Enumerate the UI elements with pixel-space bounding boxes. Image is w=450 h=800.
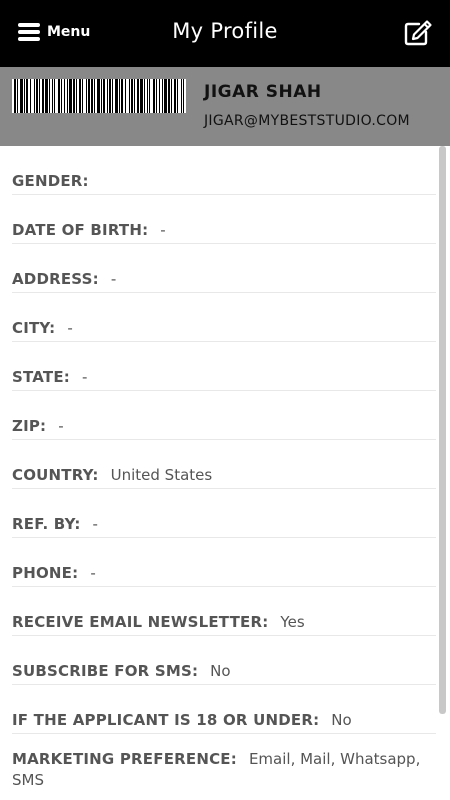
detail-value: - (90, 564, 96, 582)
detail-row-applicant-age: IF THE APPLICANT IS 18 OR UNDER: No (12, 685, 436, 734)
detail-row-sms: SUBSCRIBE FOR SMS: No (12, 636, 436, 685)
detail-label: MARKETING PREFERENCE: (12, 750, 237, 768)
detail-value: - (67, 319, 73, 337)
detail-row-phone: PHONE: - (12, 538, 436, 587)
detail-row-city: CITY: - (12, 293, 436, 342)
profile-screen: Menu My Profile JIGAR SHAH JIGAR@MYBESTS… (0, 0, 450, 800)
detail-value: - (92, 515, 98, 533)
detail-label: RECEIVE EMAIL NEWSLETTER: (12, 613, 269, 631)
detail-label: CITY: (12, 319, 56, 337)
page-title: My Profile (172, 19, 278, 43)
detail-label: COUNTRY: (12, 466, 99, 484)
detail-label: REF. BY: (12, 515, 81, 533)
detail-label: GENDER: (12, 172, 89, 190)
detail-row-country: COUNTRY: United States (12, 440, 436, 489)
detail-row-marketing-preference: MARKETING PREFERENCE: Email, Mail, Whatsa… (12, 734, 436, 800)
detail-row-ref-by: REF. BY: - (12, 489, 436, 538)
detail-label: STATE: (12, 368, 70, 386)
barcode-image (12, 79, 186, 113)
detail-value: United States (110, 466, 213, 484)
detail-row-email-newsletter: RECEIVE EMAIL NEWSLETTER: Yes (12, 587, 436, 636)
detail-value: Yes (280, 613, 305, 631)
detail-value: No (210, 662, 231, 680)
profile-summary (0, 67, 450, 146)
detail-value: - (82, 368, 88, 386)
edit-icon (404, 20, 432, 46)
detail-label: IF THE APPLICANT IS 18 OR UNDER: (12, 711, 320, 729)
detail-row-zip: ZIP: - (12, 391, 436, 440)
profile-email: JIGAR@MYBESTSTUDIO.COM (204, 113, 410, 129)
detail-value: No (331, 711, 352, 729)
detail-label: ZIP: (12, 417, 47, 435)
detail-label: SUBSCRIBE FOR SMS: (12, 662, 199, 680)
scrollbar[interactable] (439, 146, 446, 714)
detail-label: ADDRESS: (12, 270, 99, 288)
detail-value: - (110, 270, 117, 288)
profile-name: JIGAR SHAH (204, 82, 322, 102)
top-bar: Menu My Profile (0, 0, 450, 67)
profile-details-list: GENDER: DATE OF BIRTH: - ADDRESS: - CITY: -… (0, 146, 450, 800)
detail-label: PHONE: (12, 564, 79, 582)
detail-value: - (160, 221, 166, 239)
edit-profile-button[interactable] (403, 19, 433, 47)
detail-row-state: STATE: - (12, 342, 436, 391)
detail-row-address: ADDRESS: - (12, 244, 436, 293)
detail-label: DATE OF BIRTH: (12, 221, 149, 239)
detail-value: - (58, 417, 64, 435)
detail-row-date-of-birth: DATE OF BIRTH: - (12, 195, 436, 244)
detail-row-gender: GENDER: (12, 146, 436, 195)
